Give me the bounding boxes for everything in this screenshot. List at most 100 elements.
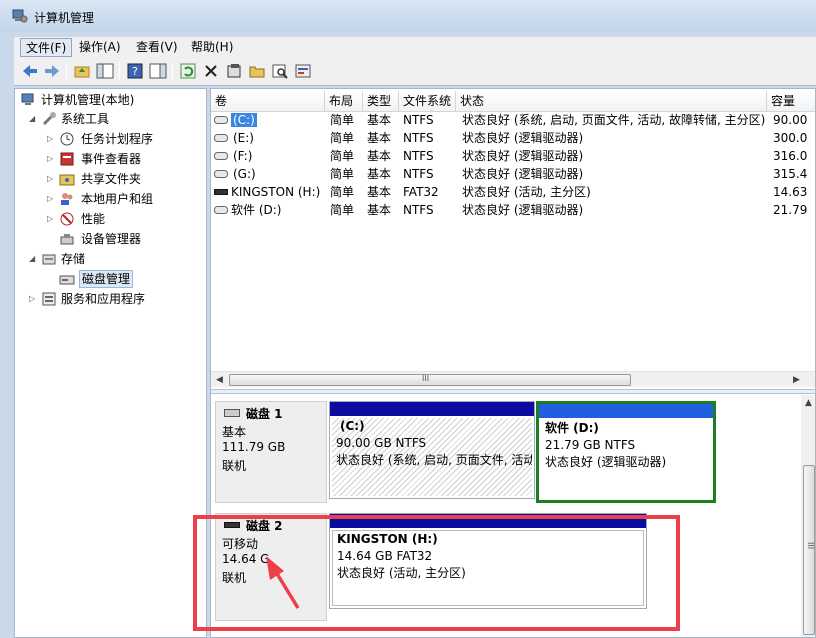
type-cell: 基本	[367, 167, 392, 181]
up-folder-icon[interactable]	[72, 61, 92, 81]
clock-icon	[60, 132, 74, 146]
menu-view[interactable]: 查看(V)	[131, 38, 183, 57]
partition-d-name: 软件 (D:)	[545, 421, 599, 435]
disk-tool-icon[interactable]	[293, 61, 313, 81]
scroll-left-icon[interactable]: ◀	[216, 375, 223, 385]
refresh-icon[interactable]	[178, 61, 198, 81]
drive-icon	[214, 116, 228, 124]
volume-list: 卷 布局 类型 文件系统 状态 容量 (C:) 简单 基本 NTFS 状态良好 …	[211, 89, 815, 389]
layout-cell: 简单	[330, 185, 355, 199]
tree-item-services[interactable]: ▷ 服务和应用程序	[19, 290, 204, 308]
performance-icon	[60, 212, 74, 226]
drive-icon	[214, 206, 228, 214]
status-cell: 状态良好 (逻辑驱动器)	[462, 149, 584, 163]
expand-arrow-icon[interactable]: ▷	[47, 210, 57, 228]
collapse-arrow-icon[interactable]: ◢	[29, 110, 39, 128]
tree-label-event-viewer: 事件查看器	[81, 152, 142, 166]
type-cell: 基本	[367, 149, 392, 163]
highlight-box	[193, 515, 680, 631]
tree-item-local-users[interactable]: ▷ 本地用户和组	[19, 190, 204, 208]
tree-item-storage[interactable]: ◢ 存储	[19, 250, 204, 268]
column-header-filesystem[interactable]: 文件系统	[399, 91, 456, 111]
type-cell: 基本	[367, 113, 392, 127]
properties-icon[interactable]	[224, 61, 244, 81]
partition-d[interactable]: 软件 (D:) 21.79 GB NTFS 状态良好 (逻辑驱动器)	[536, 401, 716, 503]
menu-bar: 文件(F) 操作(A) 查看(V) 帮助(H)	[14, 36, 816, 58]
tree-item-performance[interactable]: ▷ 性能	[19, 210, 204, 228]
volume-name: KINGSTON (H:)	[231, 185, 321, 199]
volume-name: (G:)	[233, 167, 256, 181]
tree-item-system-tools[interactable]: ◢ 系统工具	[19, 110, 204, 128]
filesystem-cell: NTFS	[403, 113, 434, 127]
vertical-scrollbar[interactable]: ▲ III	[801, 395, 815, 637]
layout-cell: 简单	[330, 131, 355, 145]
menu-file[interactable]: 文件(F)	[20, 38, 73, 57]
expand-arrow-icon[interactable]: ▷	[29, 290, 39, 308]
show-tree-icon[interactable]	[95, 61, 115, 81]
filesystem-cell: NTFS	[403, 167, 434, 181]
column-header-type[interactable]: 类型	[363, 91, 399, 111]
drive-icon	[214, 134, 228, 142]
volume-list-header: 卷 布局 类型 文件系统 状态 容量	[211, 89, 815, 112]
partition-c-size: 90.00 GB NTFS	[336, 436, 427, 450]
tree-label-services: 服务和应用程序	[61, 292, 146, 306]
tree-item-task-scheduler[interactable]: ▷ 任务计划程序	[19, 130, 204, 148]
type-cell: 基本	[367, 131, 392, 145]
table-row[interactable]: (C:) 简单 基本 NTFS 状态良好 (系统, 启动, 页面文件, 活动, …	[211, 111, 815, 129]
scroll-up-icon[interactable]: ▲	[805, 398, 812, 408]
back-icon[interactable]	[20, 61, 40, 81]
collapse-arrow-icon[interactable]: ◢	[29, 250, 39, 268]
svg-text:?: ?	[132, 65, 138, 78]
horizontal-scrollbar[interactable]: ◀ III ▶	[211, 371, 815, 387]
pane-splitter[interactable]	[211, 389, 815, 394]
column-header-volume[interactable]: 卷	[211, 91, 325, 111]
usb-drive-icon	[214, 189, 228, 195]
properties-pane-icon[interactable]	[148, 61, 168, 81]
disk-1-info[interactable]: 磁盘 1 基本 111.79 GB 联机	[215, 401, 327, 503]
menu-help[interactable]: 帮助(H)	[186, 38, 238, 57]
layout-cell: 简单	[330, 113, 355, 127]
tree-item-event-viewer[interactable]: ▷ 事件查看器	[19, 150, 204, 168]
expand-arrow-icon[interactable]: ▷	[47, 150, 57, 168]
tree-item-device-manager[interactable]: 设备管理器	[19, 230, 204, 248]
volume-name: (F:)	[233, 149, 253, 163]
delete-icon[interactable]	[201, 61, 221, 81]
expand-arrow-icon[interactable]: ▷	[47, 130, 57, 148]
disk-icon	[224, 409, 240, 417]
tree-label-performance: 性能	[81, 212, 106, 226]
vertical-scroll-thumb[interactable]: III	[803, 465, 815, 635]
forward-icon[interactable]	[42, 61, 62, 81]
services-icon	[42, 292, 56, 306]
column-header-status[interactable]: 状态	[456, 91, 767, 111]
volume-name: (E:)	[233, 131, 254, 145]
partition-c[interactable]: (C:) 90.00 GB NTFS 状态良好 (系统, 启动, 页面文件, 活…	[329, 401, 535, 499]
table-row[interactable]: (G:) 简单 基本 NTFS 状态良好 (逻辑驱动器) 315.4	[211, 165, 815, 183]
capacity-cell: 21.79	[773, 203, 808, 217]
column-header-layout[interactable]: 布局	[325, 91, 363, 111]
event-viewer-icon	[60, 152, 74, 166]
shared-folder-icon	[59, 174, 75, 186]
filesystem-cell: NTFS	[403, 203, 434, 217]
tree-item-disk-management[interactable]: 磁盘管理	[19, 270, 204, 288]
table-row[interactable]: (E:) 简单 基本 NTFS 状态良好 (逻辑驱动器) 300.0	[211, 129, 815, 147]
capacity-cell: 90.00	[773, 113, 808, 127]
tree-item-root[interactable]: 计算机管理(本地)	[19, 91, 204, 109]
scroll-right-icon[interactable]: ▶	[793, 375, 800, 385]
drive-icon	[214, 170, 228, 178]
find-icon[interactable]	[270, 61, 290, 81]
help-icon[interactable]: ?	[125, 61, 145, 81]
drive-icon	[214, 152, 228, 160]
table-row[interactable]: (F:) 简单 基本 NTFS 状态良好 (逻辑驱动器) 316.0	[211, 147, 815, 165]
tree-item-shared-folders[interactable]: ▷ 共享文件夹	[19, 170, 204, 188]
table-row[interactable]: 软件 (D:) 简单 基本 NTFS 状态良好 (逻辑驱动器) 21.79	[211, 201, 815, 219]
expand-arrow-icon[interactable]: ▷	[47, 170, 57, 188]
column-header-capacity[interactable]: 容量	[767, 91, 815, 111]
layout-cell: 简单	[330, 167, 355, 181]
open-icon[interactable]	[247, 61, 267, 81]
horizontal-scroll-thumb[interactable]: III	[229, 374, 631, 386]
table-row[interactable]: KINGSTON (H:) 简单 基本 FAT32 状态良好 (活动, 主分区)…	[211, 183, 815, 201]
expand-arrow-icon[interactable]: ▷	[47, 190, 57, 208]
type-cell: 基本	[367, 203, 392, 217]
navigation-tree: 计算机管理(本地) ◢ 系统工具 ▷ 任务计划程序 ▷ 事件查看器 ▷ 共享文件…	[14, 88, 207, 638]
menu-action[interactable]: 操作(A)	[74, 38, 126, 57]
